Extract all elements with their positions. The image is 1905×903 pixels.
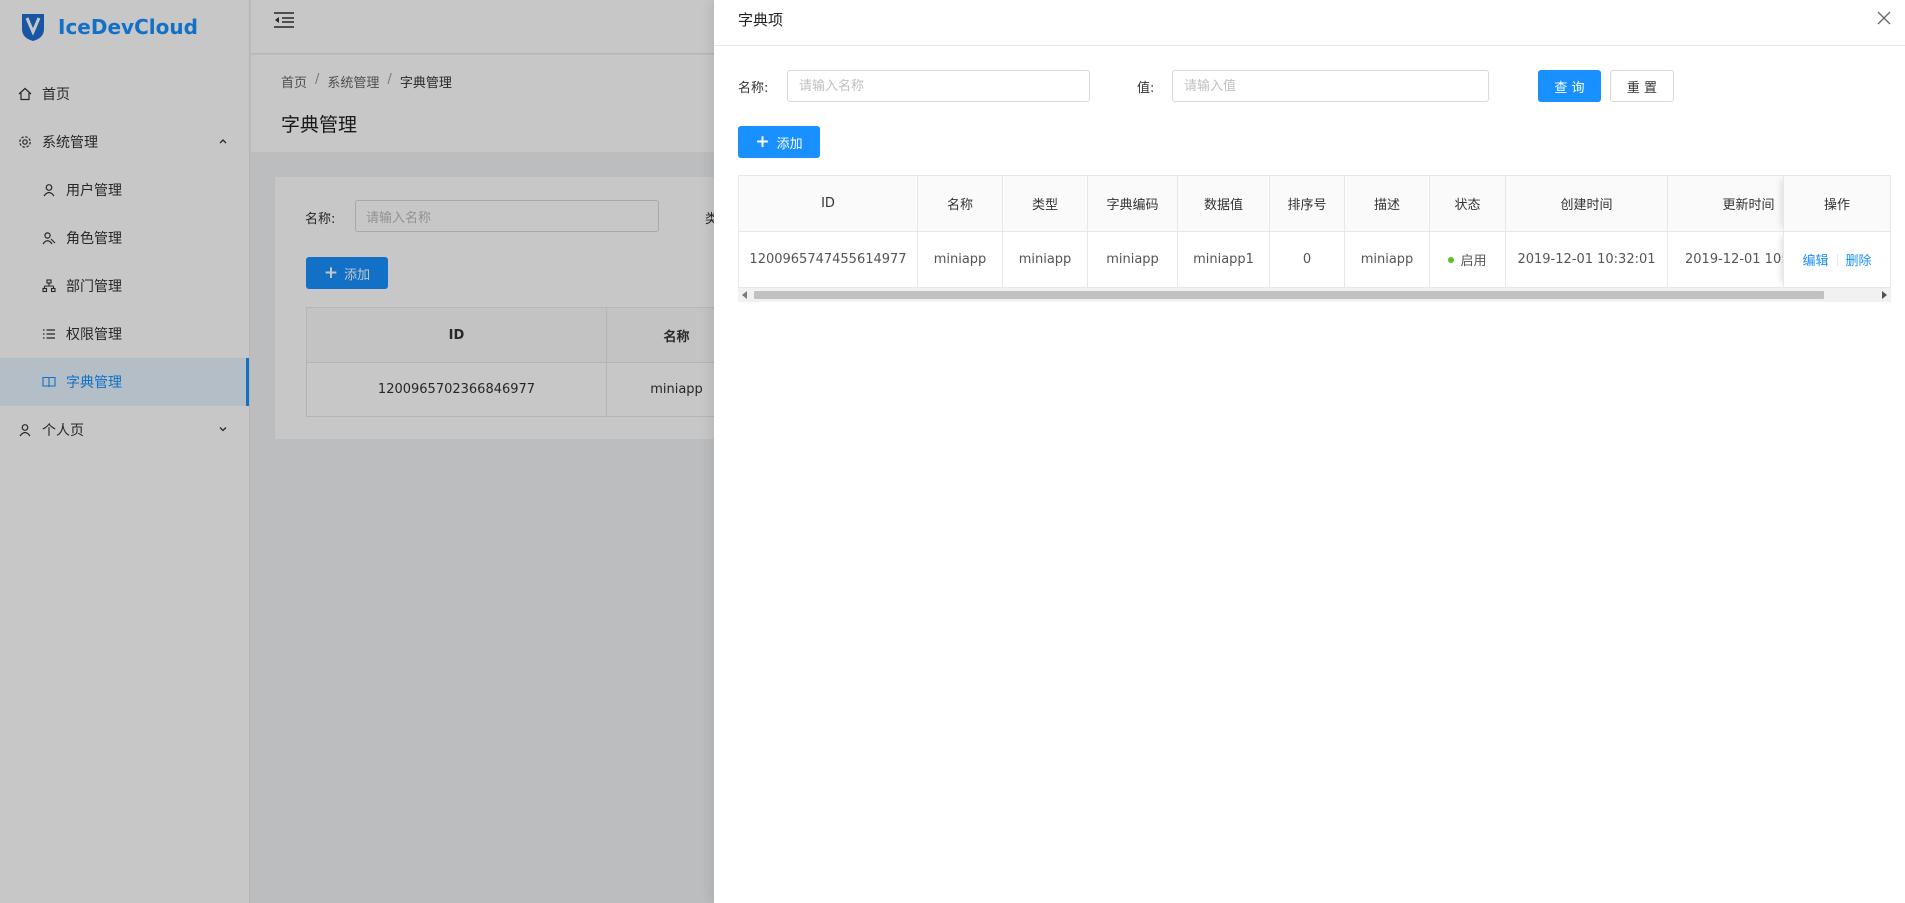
dictionary-items-drawer: 字典项 名称: 值: 查 询 重 置 + 添加 ID 名称 类型 字典编码 数据… (714, 0, 1905, 903)
cell-created: 2019-12-01 10:32:01 (1506, 232, 1668, 287)
cell-code: miniapp (1088, 232, 1178, 287)
cell-desc: miniapp (1345, 232, 1430, 287)
column-header-code: 字典编码 (1088, 176, 1178, 231)
dictionary-items-table: ID 名称 类型 字典编码 数据值 排序号 描述 状态 创建时间 更新时间 操作… (738, 175, 1891, 288)
edit-link[interactable]: 编辑 (1802, 250, 1828, 269)
cell-value: miniapp1 (1178, 232, 1270, 287)
column-header-value: 数据值 (1178, 176, 1270, 231)
divider (1836, 253, 1838, 266)
add-item-button[interactable]: + 添加 (738, 126, 820, 158)
value-field-label: 值: (1137, 81, 1155, 96)
add-item-button-label: 添加 (776, 136, 803, 152)
close-icon[interactable] (1877, 11, 1891, 25)
scroll-left-icon[interactable] (742, 291, 747, 299)
table-header: ID 名称 类型 字典编码 数据值 排序号 描述 状态 创建时间 更新时间 操作 (739, 176, 1890, 231)
name-field[interactable] (787, 70, 1090, 102)
status-dot-icon (1448, 256, 1455, 263)
column-header-actions: 操作 (1783, 176, 1890, 231)
value-field[interactable] (1172, 70, 1489, 102)
cell-status: 启用 (1430, 232, 1506, 287)
query-button[interactable]: 查 询 (1538, 70, 1601, 102)
cell-type: miniapp (1003, 232, 1088, 287)
cell-actions: 编辑 删除 (1783, 232, 1890, 287)
table-row[interactable]: 1200965747455614977 miniapp miniapp mini… (739, 231, 1890, 287)
cell-sort: 0 (1270, 232, 1345, 287)
column-header-created: 创建时间 (1506, 176, 1668, 231)
column-header-status: 状态 (1430, 176, 1506, 231)
column-header-id: ID (739, 176, 918, 231)
column-header-type: 类型 (1003, 176, 1088, 231)
plus-icon: + (755, 131, 770, 152)
name-field-label: 名称: (738, 81, 769, 96)
reset-button[interactable]: 重 置 (1610, 70, 1674, 102)
status-badge: 启用 (1460, 254, 1487, 269)
column-header-sort: 排序号 (1270, 176, 1345, 231)
drawer-title: 字典项 (738, 11, 784, 29)
cell-id: 1200965747455614977 (739, 232, 918, 287)
drawer-header: 字典项 (714, 0, 1905, 46)
column-header-desc: 描述 (1345, 176, 1430, 231)
scrollbar-thumb[interactable] (754, 291, 1824, 299)
scroll-right-icon[interactable] (1882, 291, 1887, 299)
horizontal-scrollbar[interactable] (738, 288, 1891, 302)
cell-name: miniapp (918, 232, 1003, 287)
delete-link[interactable]: 删除 (1846, 250, 1872, 269)
column-header-name: 名称 (918, 176, 1003, 231)
